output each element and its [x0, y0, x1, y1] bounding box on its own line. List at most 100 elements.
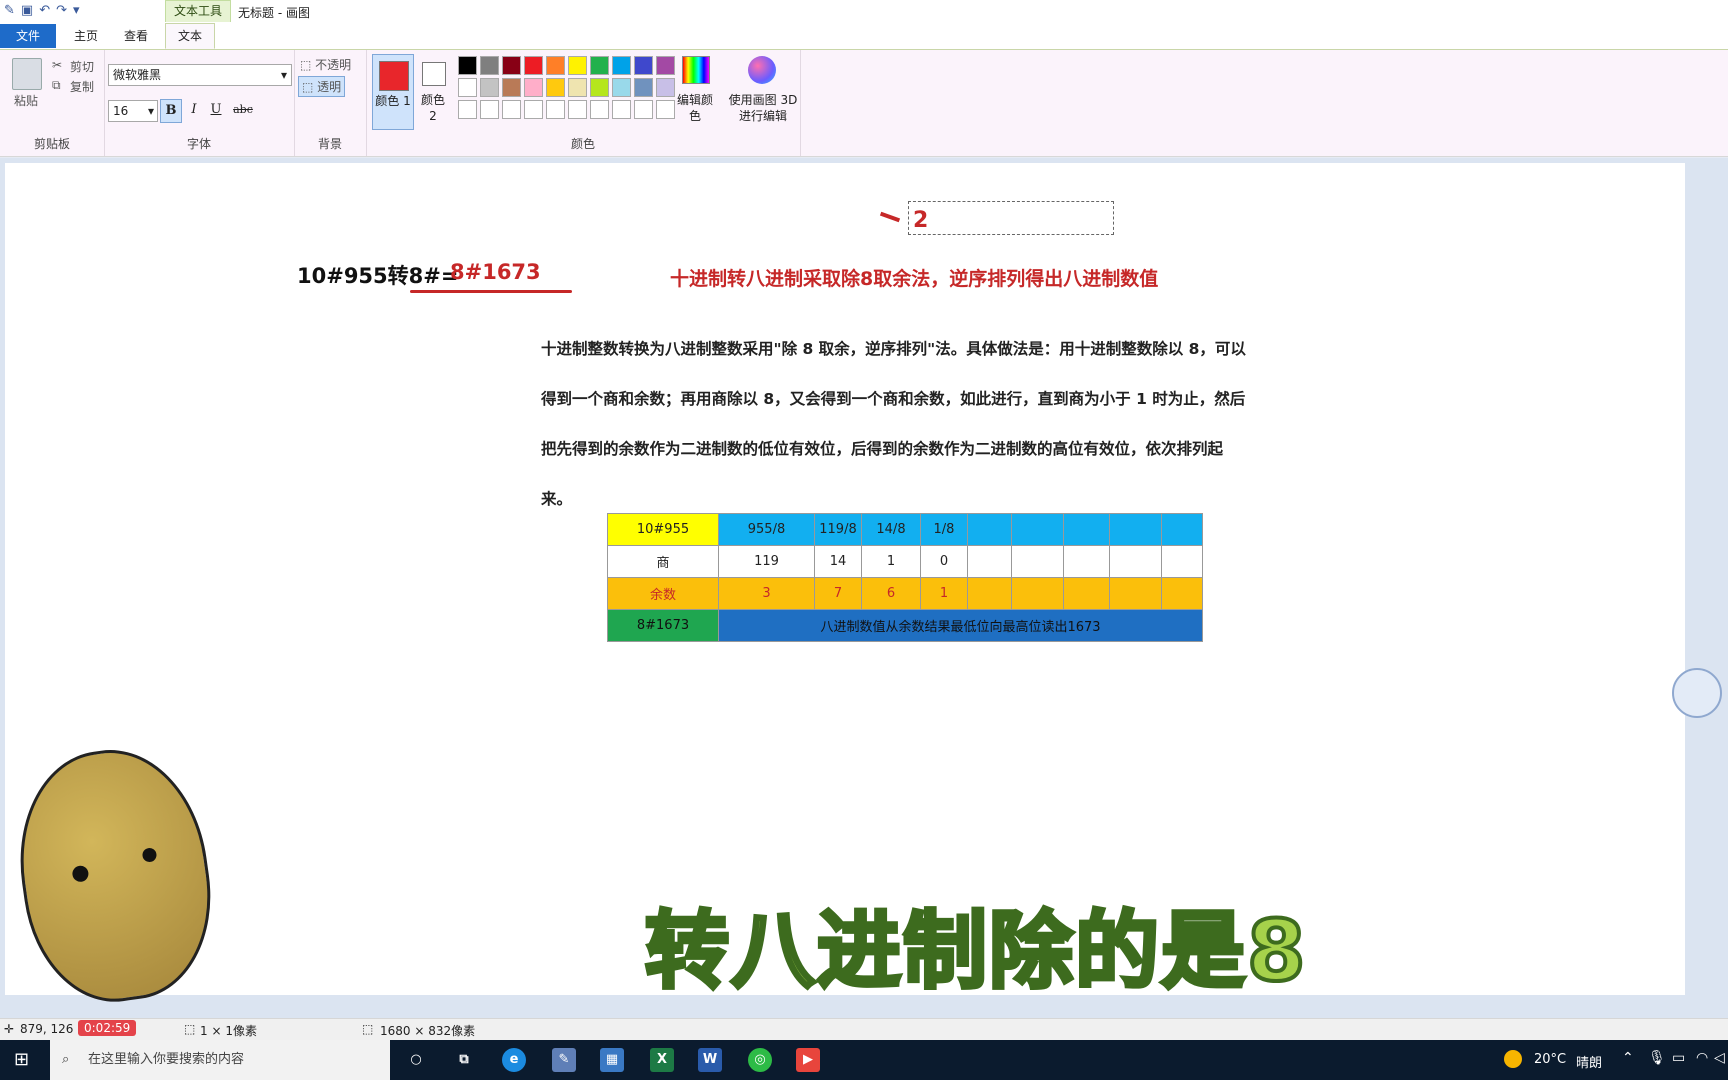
- palette-swatch[interactable]: [634, 100, 653, 119]
- weather-sun-icon: [1504, 1050, 1522, 1068]
- palette-swatch[interactable]: [546, 78, 565, 97]
- palette-swatch[interactable]: [590, 100, 609, 119]
- weather-temp[interactable]: 20°C: [1534, 1052, 1566, 1067]
- palette-swatch[interactable]: [502, 100, 521, 119]
- color1-button[interactable]: 颜色 1: [372, 54, 414, 130]
- table-cell: [1063, 513, 1110, 546]
- palette-swatch[interactable]: [480, 78, 499, 97]
- palette-swatch[interactable]: [458, 56, 477, 75]
- table-row: 8#1673 八进制数值从余数结果最低位向最高位读出1673: [607, 609, 1203, 642]
- volume-icon[interactable]: ◁: [1714, 1050, 1725, 1066]
- microphone-icon[interactable]: 🎙: [1648, 1050, 1666, 1066]
- task-view-icon[interactable]: ⧉: [452, 1048, 476, 1072]
- tab-file[interactable]: 文件: [0, 24, 56, 48]
- undo-icon[interactable]: ↶: [39, 3, 50, 18]
- table-cell: 3: [718, 577, 815, 610]
- taskbar: ⊞ ⌕ 在这里输入你要搜索的内容 ○ ⧉ e ✎ ▦ X W ◎ ▶ 20°C …: [0, 1040, 1728, 1080]
- table-cell: 10#955: [607, 513, 719, 546]
- window-title: 无标题 - 画图: [238, 6, 310, 20]
- mascot-eye: [141, 847, 158, 863]
- palette-swatch[interactable]: [546, 100, 565, 119]
- transparent-button[interactable]: ⬚ 透明: [298, 76, 346, 97]
- table-cell: 119: [718, 545, 815, 578]
- edit-colors-button[interactable]: 编辑颜色: [674, 92, 716, 124]
- paragraph-line: 十进制整数转换为八进制整数采用"除 8 取余，逆序排列"法。具体做法是：用十进制…: [541, 340, 1246, 358]
- ribbon: 粘贴 ✂ 剪切 ⧉ 复制 剪贴板 微软雅黑 ▾ 16 ▾ B I U abc 字体 …: [0, 50, 1728, 157]
- paint3d-button[interactable]: 使用画图 3D 进行编辑: [728, 92, 798, 124]
- font-size-select[interactable]: 16 ▾: [108, 100, 158, 122]
- cortana-icon[interactable]: ○: [404, 1048, 428, 1072]
- edge-icon[interactable]: e: [502, 1048, 526, 1072]
- underline-button[interactable]: U: [206, 99, 226, 121]
- palette-swatch[interactable]: [656, 78, 675, 97]
- strikethrough-button[interactable]: abc: [230, 99, 256, 121]
- palette-swatch[interactable]: [634, 56, 653, 75]
- palette-swatch[interactable]: [656, 100, 675, 119]
- table-cell: 6: [861, 577, 921, 610]
- save-icon[interactable]: ▣: [21, 3, 33, 18]
- battery-icon[interactable]: ▭: [1672, 1050, 1685, 1066]
- quick-access-toolbar: ✎ ▣ ↶ ↷ ▾: [4, 3, 80, 18]
- word-icon[interactable]: W: [698, 1048, 722, 1072]
- opaque-label: 不透明: [315, 58, 352, 72]
- calculator-icon[interactable]: ▦: [600, 1048, 624, 1072]
- text-input-box[interactable]: 2: [908, 201, 1114, 235]
- palette-swatch[interactable]: [524, 56, 543, 75]
- table-cell: [1011, 545, 1064, 578]
- cursor-position: 879, 126: [20, 1022, 74, 1036]
- chevron-down-icon: ▾: [280, 68, 287, 82]
- tab-text[interactable]: 文本: [165, 23, 216, 49]
- palette-swatch[interactable]: [634, 78, 653, 97]
- cut-button[interactable]: 剪切: [70, 58, 94, 75]
- opaque-button[interactable]: ⬚ 不透明: [300, 56, 351, 73]
- table-cell: 1: [920, 577, 968, 610]
- palette-swatch[interactable]: [546, 56, 565, 75]
- edit-colors-icon[interactable]: [682, 56, 710, 84]
- italic-button[interactable]: I: [184, 99, 204, 121]
- palette-swatch[interactable]: [502, 56, 521, 75]
- palette-swatch[interactable]: [612, 100, 631, 119]
- palette-swatch[interactable]: [612, 78, 631, 97]
- palette-swatch[interactable]: [458, 78, 477, 97]
- recorder-icon[interactable]: ▶: [796, 1048, 820, 1072]
- table-cell: [1109, 545, 1162, 578]
- wifi-icon[interactable]: ◠: [1696, 1050, 1708, 1066]
- palette-swatch[interactable]: [590, 78, 609, 97]
- palette-swatch[interactable]: [458, 100, 477, 119]
- customize-toolbar-icon[interactable]: ▾: [73, 3, 80, 18]
- paint-icon[interactable]: ✎: [552, 1048, 576, 1072]
- palette-swatch[interactable]: [524, 100, 543, 119]
- color1-swatch: [379, 61, 409, 91]
- wechat-icon[interactable]: ◎: [748, 1048, 772, 1072]
- color2-button[interactable]: 颜色 2: [416, 54, 450, 128]
- paste-icon[interactable]: [12, 58, 42, 90]
- palette-swatch[interactable]: [612, 56, 631, 75]
- palette-swatch[interactable]: [480, 56, 499, 75]
- paint3d-icon[interactable]: [748, 56, 776, 84]
- table-cell: [1063, 545, 1110, 578]
- tray-chevron-icon[interactable]: ⌃: [1622, 1050, 1634, 1066]
- palette-swatch[interactable]: [502, 78, 521, 97]
- opaque-icon: ⬚: [300, 58, 316, 72]
- redo-icon[interactable]: ↷: [56, 3, 67, 18]
- palette-swatch[interactable]: [568, 56, 587, 75]
- tab-view[interactable]: 查看: [112, 24, 160, 48]
- palette-swatch[interactable]: [480, 100, 499, 119]
- palette-swatch[interactable]: [568, 78, 587, 97]
- font-family-select[interactable]: 微软雅黑 ▾: [108, 64, 292, 86]
- taskbar-search[interactable]: ⌕ 在这里输入你要搜索的内容: [50, 1040, 390, 1080]
- paste-button[interactable]: 粘贴: [14, 92, 38, 109]
- title-bar: ✎ ▣ ↶ ↷ ▾ 文本工具 无标题 - 画图: [0, 0, 1728, 23]
- copy-button[interactable]: 复制: [70, 78, 94, 95]
- palette-swatch[interactable]: [590, 56, 609, 75]
- table-cell: [1109, 577, 1162, 610]
- excel-icon[interactable]: X: [650, 1048, 674, 1072]
- tab-home[interactable]: 主页: [62, 24, 110, 48]
- palette-swatch[interactable]: [568, 100, 587, 119]
- windows-start-icon[interactable]: ⊞: [14, 1050, 34, 1070]
- cursor-position-icon: ✛: [4, 1022, 15, 1036]
- palette-swatch[interactable]: [656, 56, 675, 75]
- palette-swatch[interactable]: [524, 78, 543, 97]
- bold-button[interactable]: B: [160, 99, 182, 123]
- assistant-avatar[interactable]: [1672, 668, 1722, 718]
